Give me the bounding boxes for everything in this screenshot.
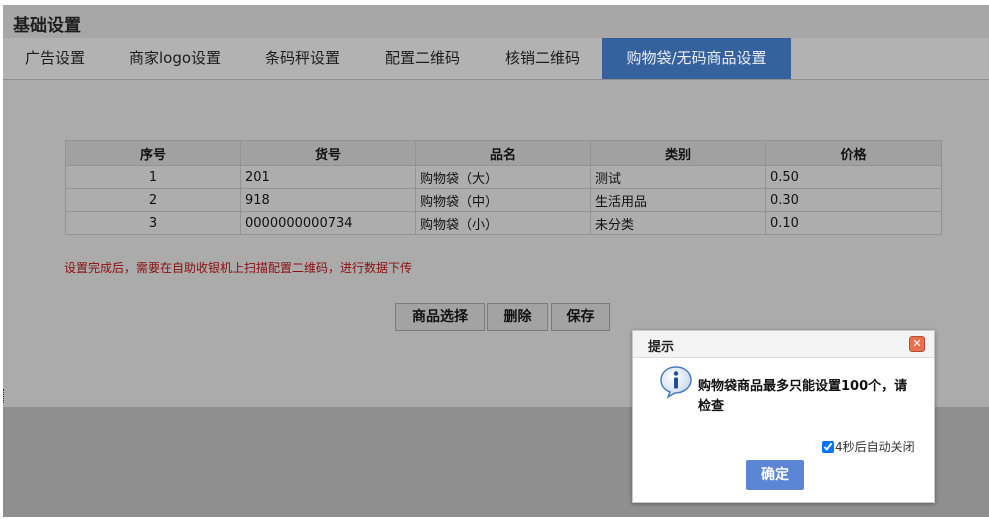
cell-product-name: 购物袋（中） bbox=[415, 188, 591, 212]
header-product-name: 品名 bbox=[415, 140, 591, 166]
header-index: 序号 bbox=[65, 140, 241, 166]
setup-notice: 设置完成后，需要在自助收银机上扫描配置二维码，进行数据下传 bbox=[64, 261, 413, 275]
tab-bar: 广告设置 商家logo设置 条码秤设置 配置二维码 核销二维码 购物袋/无码商品… bbox=[3, 38, 989, 80]
cell-product-name: 购物袋（小） bbox=[415, 211, 591, 235]
delete-button[interactable]: 删除 bbox=[487, 303, 548, 331]
dialog-message: 购物袋商品最多只能设置100个，请检查 bbox=[698, 379, 908, 414]
auto-close-checkbox[interactable] bbox=[822, 441, 834, 453]
table-row[interactable]: 3 0000000000734 购物袋（小） 未分类 0.10 bbox=[65, 211, 942, 235]
info-icon bbox=[660, 366, 692, 399]
cell-category: 生活用品 bbox=[590, 188, 766, 212]
save-button[interactable]: 保存 bbox=[551, 303, 610, 331]
ok-button[interactable]: 确定 bbox=[746, 460, 804, 490]
tab-shopping-bag-settings[interactable]: 购物袋/无码商品设置 bbox=[602, 38, 791, 79]
header-category: 类别 bbox=[590, 140, 766, 166]
cell-product-name: 购物袋（大） bbox=[415, 165, 591, 189]
cell-item-code: 201 bbox=[240, 165, 416, 189]
cell-index: 3 bbox=[65, 211, 241, 235]
cell-item-code: 918 bbox=[240, 188, 416, 212]
header-price: 价格 bbox=[765, 140, 942, 166]
tab-redeem-qrcode[interactable]: 核销二维码 bbox=[495, 38, 590, 79]
close-icon[interactable]: ✕ bbox=[909, 336, 925, 352]
tab-ad-settings[interactable]: 广告设置 bbox=[13, 38, 97, 79]
cell-price: 0.50 bbox=[765, 165, 942, 189]
dialog-header: 提示 ✕ bbox=[633, 331, 934, 358]
alert-dialog: 提示 ✕ 购物袋商品最多只能设置100个，请检查 4秒后自动关闭 确定 bbox=[632, 330, 935, 503]
cell-price: 0.30 bbox=[765, 188, 942, 212]
header-item-code: 货号 bbox=[240, 140, 416, 166]
cell-item-code: 0000000000734 bbox=[240, 211, 416, 235]
tab-config-qrcode[interactable]: 配置二维码 bbox=[375, 38, 470, 79]
table-row[interactable]: 2 918 购物袋（中） 生活用品 0.30 bbox=[65, 188, 942, 212]
left-edge-marker bbox=[3, 389, 6, 403]
cell-index: 1 bbox=[65, 165, 241, 189]
select-product-button[interactable]: 商品选择 bbox=[395, 303, 485, 331]
table-row[interactable]: 1 201 购物袋（大） 测试 0.50 bbox=[65, 165, 942, 189]
cell-index: 2 bbox=[65, 188, 241, 212]
cell-category: 未分类 bbox=[590, 211, 766, 235]
tab-merchant-logo[interactable]: 商家logo设置 bbox=[119, 38, 231, 79]
shopping-bag-table: 序号 货号 品名 类别 价格 1 201 购物袋（大） 测试 0.50 2 91… bbox=[65, 140, 942, 235]
auto-close-label: 4秒后自动关闭 bbox=[835, 440, 915, 454]
page-title: 基础设置 bbox=[13, 16, 81, 36]
tab-barcode-scale[interactable]: 条码秤设置 bbox=[255, 38, 350, 79]
title-bar: 基础设置 bbox=[3, 5, 989, 38]
auto-close-option[interactable]: 4秒后自动关闭 bbox=[822, 438, 915, 455]
dialog-title: 提示 bbox=[648, 340, 675, 355]
cell-price: 0.10 bbox=[765, 211, 942, 235]
cell-category: 测试 bbox=[590, 165, 766, 189]
table-header-row: 序号 货号 品名 类别 价格 bbox=[65, 140, 942, 166]
